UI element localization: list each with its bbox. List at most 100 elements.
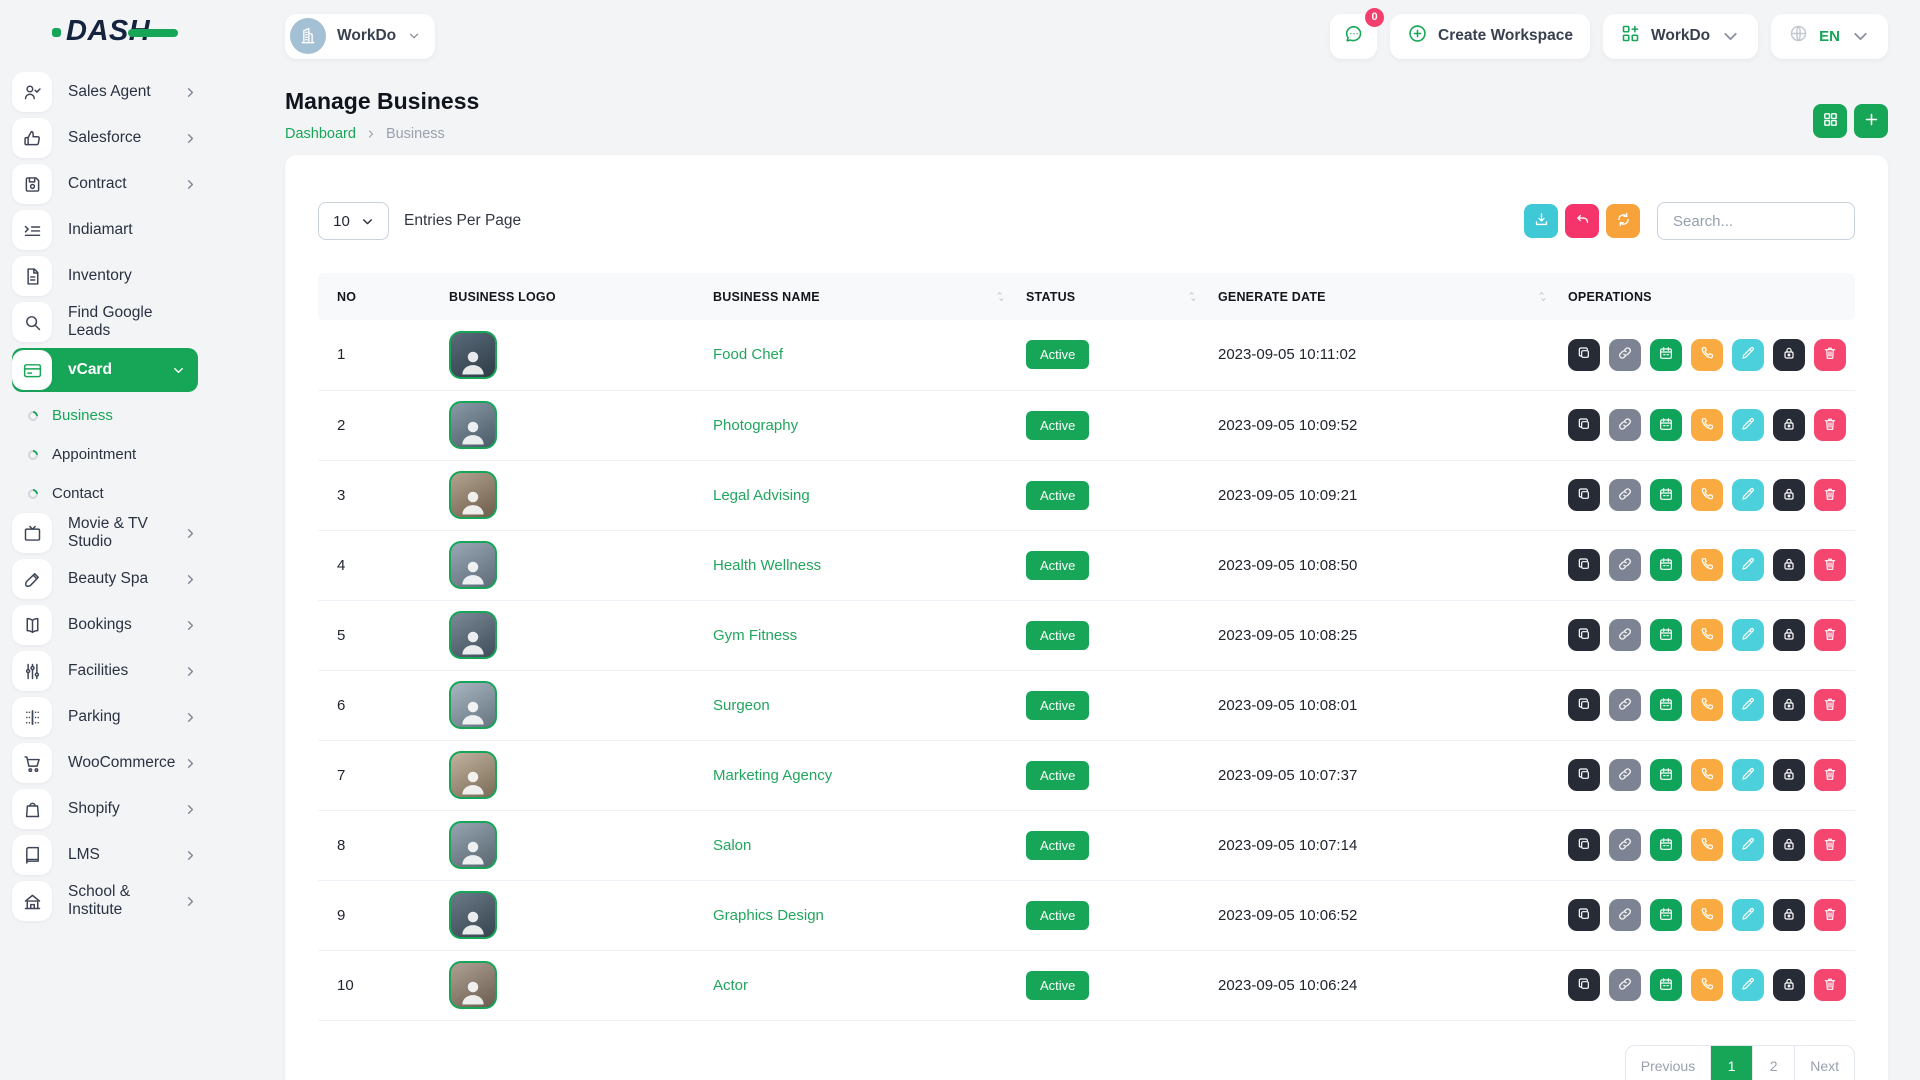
sidebar-item-lms[interactable]: LMS xyxy=(12,835,198,875)
lock-button[interactable] xyxy=(1773,899,1805,931)
page-previous[interactable]: Previous xyxy=(1626,1046,1710,1080)
trash-button[interactable] xyxy=(1814,549,1846,581)
refresh-button[interactable] xyxy=(1606,204,1640,238)
sidebar-item-inventory[interactable]: Inventory xyxy=(12,256,198,296)
lock-button[interactable] xyxy=(1773,829,1805,861)
sidebar-item-find-google-leads[interactable]: Find Google Leads xyxy=(12,302,198,342)
copy-button[interactable] xyxy=(1568,689,1600,721)
page-next[interactable]: Next xyxy=(1794,1046,1854,1080)
page-1[interactable]: 1 xyxy=(1710,1046,1752,1080)
sidebar-item-vcard[interactable]: vCard xyxy=(12,348,198,392)
link-button[interactable] xyxy=(1609,899,1641,931)
trash-button[interactable] xyxy=(1814,759,1846,791)
phone-button[interactable] xyxy=(1691,969,1723,1001)
phone-button[interactable] xyxy=(1691,759,1723,791)
sidebar-item-parking[interactable]: Parking xyxy=(12,697,198,737)
trash-button[interactable] xyxy=(1814,899,1846,931)
phone-button[interactable] xyxy=(1691,689,1723,721)
sidebar-item-sales-agent[interactable]: Sales Agent xyxy=(12,72,198,112)
page-2[interactable]: 2 xyxy=(1752,1046,1794,1080)
edit-button[interactable] xyxy=(1732,969,1764,1001)
business-name-link[interactable]: Legal Advising xyxy=(713,487,810,504)
search-input[interactable] xyxy=(1657,202,1855,240)
sidebar-item-bookings[interactable]: Bookings xyxy=(12,605,198,645)
sidebar-subitem-contact[interactable]: Contact xyxy=(0,474,212,513)
lock-button[interactable] xyxy=(1773,549,1805,581)
calendar-button[interactable] xyxy=(1650,549,1682,581)
phone-button[interactable] xyxy=(1691,409,1723,441)
link-button[interactable] xyxy=(1609,339,1641,371)
link-button[interactable] xyxy=(1609,619,1641,651)
create-workspace-button[interactable]: Create Workspace xyxy=(1390,14,1590,59)
edit-button[interactable] xyxy=(1732,689,1764,721)
phone-button[interactable] xyxy=(1691,549,1723,581)
copy-button[interactable] xyxy=(1568,549,1600,581)
edit-button[interactable] xyxy=(1732,899,1764,931)
calendar-button[interactable] xyxy=(1650,479,1682,511)
trash-button[interactable] xyxy=(1814,969,1846,1001)
link-button[interactable] xyxy=(1609,759,1641,791)
trash-button[interactable] xyxy=(1814,689,1846,721)
edit-button[interactable] xyxy=(1732,619,1764,651)
phone-button[interactable] xyxy=(1691,619,1723,651)
copy-button[interactable] xyxy=(1568,899,1600,931)
workspace-selector[interactable]: WorkDo xyxy=(285,14,435,59)
column-header-generate-date[interactable]: GENERATE DATE xyxy=(1217,273,1567,320)
column-header-business-name[interactable]: BUSINESS NAME xyxy=(712,273,1025,320)
workdo-menu-button[interactable]: WorkDo xyxy=(1603,14,1758,59)
messages-button[interactable]: 0 xyxy=(1330,14,1377,59)
business-name-link[interactable]: Actor xyxy=(713,977,748,994)
calendar-button[interactable] xyxy=(1650,829,1682,861)
edit-button[interactable] xyxy=(1732,339,1764,371)
copy-button[interactable] xyxy=(1568,479,1600,511)
grid-view-button[interactable] xyxy=(1813,104,1847,138)
business-name-link[interactable]: Photography xyxy=(713,417,798,434)
copy-button[interactable] xyxy=(1568,339,1600,371)
trash-button[interactable] xyxy=(1814,479,1846,511)
sidebar-item-school-institute[interactable]: School & Institute xyxy=(12,881,198,921)
business-name-link[interactable]: Graphics Design xyxy=(713,907,824,924)
edit-button[interactable] xyxy=(1732,409,1764,441)
phone-button[interactable] xyxy=(1691,479,1723,511)
sidebar-subitem-appointment[interactable]: Appointment xyxy=(0,435,212,474)
phone-button[interactable] xyxy=(1691,339,1723,371)
phone-button[interactable] xyxy=(1691,829,1723,861)
calendar-button[interactable] xyxy=(1650,899,1682,931)
calendar-button[interactable] xyxy=(1650,409,1682,441)
copy-button[interactable] xyxy=(1568,969,1600,1001)
trash-button[interactable] xyxy=(1814,409,1846,441)
language-selector[interactable]: EN xyxy=(1771,14,1888,59)
lock-button[interactable] xyxy=(1773,759,1805,791)
phone-button[interactable] xyxy=(1691,899,1723,931)
sidebar-item-beauty-spa[interactable]: Beauty Spa xyxy=(12,559,198,599)
business-name-link[interactable]: Gym Fitness xyxy=(713,627,797,644)
sidebar-item-movie-tv-studio[interactable]: Movie & TV Studio xyxy=(12,513,198,553)
link-button[interactable] xyxy=(1609,409,1641,441)
calendar-button[interactable] xyxy=(1650,689,1682,721)
business-name-link[interactable]: Surgeon xyxy=(713,697,770,714)
edit-button[interactable] xyxy=(1732,479,1764,511)
link-button[interactable] xyxy=(1609,479,1641,511)
calendar-button[interactable] xyxy=(1650,339,1682,371)
edit-button[interactable] xyxy=(1732,549,1764,581)
business-name-link[interactable]: Food Chef xyxy=(713,346,783,363)
trash-button[interactable] xyxy=(1814,829,1846,861)
column-header-status[interactable]: STATUS xyxy=(1025,273,1217,320)
business-name-link[interactable]: Salon xyxy=(713,837,751,854)
business-name-link[interactable]: Marketing Agency xyxy=(713,767,832,784)
edit-button[interactable] xyxy=(1732,759,1764,791)
lock-button[interactable] xyxy=(1773,339,1805,371)
lock-button[interactable] xyxy=(1773,619,1805,651)
lock-button[interactable] xyxy=(1773,969,1805,1001)
trash-button[interactable] xyxy=(1814,339,1846,371)
sidebar-subitem-business[interactable]: Business xyxy=(0,396,212,435)
trash-button[interactable] xyxy=(1814,619,1846,651)
calendar-button[interactable] xyxy=(1650,619,1682,651)
link-button[interactable] xyxy=(1609,969,1641,1001)
download-button[interactable] xyxy=(1524,204,1558,238)
copy-button[interactable] xyxy=(1568,619,1600,651)
brand-logo[interactable]: DASH xyxy=(0,0,212,62)
sidebar-item-facilities[interactable]: Facilities xyxy=(12,651,198,691)
undo-button[interactable] xyxy=(1565,204,1599,238)
copy-button[interactable] xyxy=(1568,829,1600,861)
